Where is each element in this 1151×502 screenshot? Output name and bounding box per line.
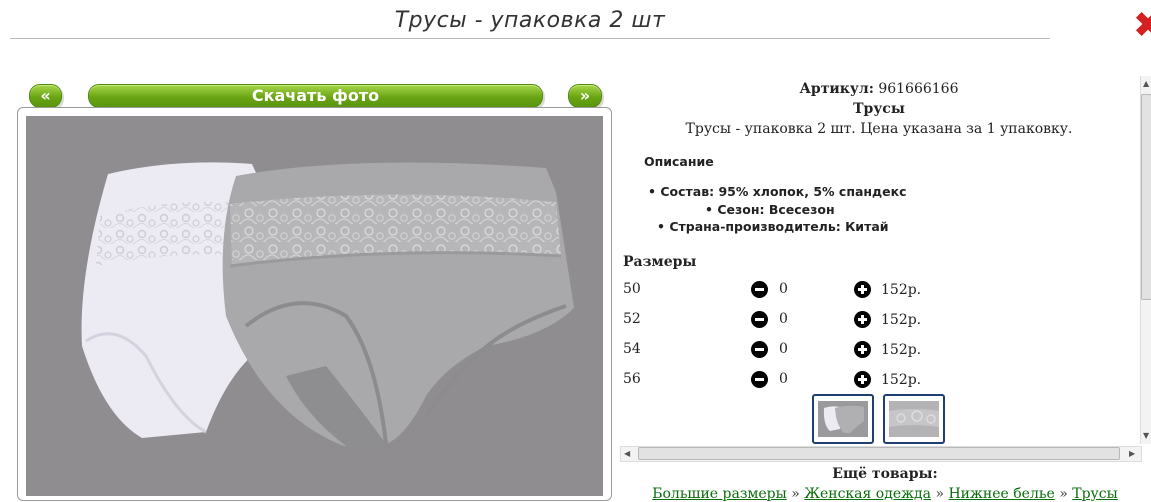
quantity-value: 0 <box>779 371 788 387</box>
product-summary: Трусы - упаковка 2 шт. Цена указана за 1… <box>685 121 1073 137</box>
spec-value: Всесезон <box>768 202 835 217</box>
price-value: 152р. <box>881 342 922 358</box>
scroll-right-icon[interactable]: ▶ <box>1129 449 1135 458</box>
minus-circle-icon[interactable] <box>751 311 768 328</box>
prev-photo-button[interactable]: « <box>29 84 62 108</box>
sizes-heading: Размеры <box>623 254 697 270</box>
size-value: 52 <box>623 311 641 327</box>
size-value: 50 <box>623 281 641 297</box>
spec-item: • Состав: 95% хлопок, 5% спандекс <box>648 184 907 199</box>
title-divider <box>10 38 1050 39</box>
photo-thumbnail[interactable] <box>812 394 874 444</box>
next-photo-button[interactable]: » <box>568 84 602 108</box>
vertical-scroll-thumb[interactable] <box>1141 94 1151 300</box>
close-icon[interactable] <box>1133 10 1151 38</box>
price-value: 152р. <box>881 372 922 388</box>
breadcrumb-separator: » <box>935 486 945 502</box>
plus-circle-icon[interactable] <box>854 371 871 388</box>
breadcrumb-link[interactable]: Нижнее белье <box>948 486 1054 502</box>
breadcrumb-link[interactable]: Большие размеры <box>652 486 787 502</box>
gray-briefs <box>222 162 574 447</box>
minus-circle-icon[interactable] <box>751 281 768 298</box>
quantity-value: 0 <box>779 281 788 297</box>
breadcrumb-separator: » <box>791 486 800 502</box>
product-photo <box>26 116 603 496</box>
spec-label: Сезон: <box>717 202 765 217</box>
spec-label: Состав: <box>660 184 715 199</box>
size-value: 54 <box>623 341 641 357</box>
page-title: Трусы - упаковка 2 шт <box>394 8 666 33</box>
plus-circle-icon[interactable] <box>854 311 871 328</box>
quantity-value: 0 <box>779 311 788 327</box>
description-heading: Описание <box>644 154 714 169</box>
breadcrumb: Большие размеры » Женская одежда » Нижне… <box>620 486 1150 502</box>
product-info-panel: Артикул: 961666166 Трусы Трусы - упаковк… <box>618 76 1140 446</box>
breadcrumb-separator: » <box>1059 486 1068 502</box>
price-value: 152р. <box>881 312 922 328</box>
article-label: Артикул: <box>799 81 874 97</box>
scroll-down-icon[interactable]: ▼ <box>1143 431 1149 440</box>
spec-value: 95% хлопок, 5% спандекс <box>718 184 907 199</box>
breadcrumb-link[interactable]: Трусы <box>1072 486 1118 502</box>
size-value: 56 <box>623 371 641 387</box>
spec-item: • Сезон: Всесезон <box>705 202 835 217</box>
minus-circle-icon[interactable] <box>751 371 768 388</box>
spec-value: Китай <box>845 219 889 234</box>
article-line: Артикул: 961666166 <box>618 81 1140 97</box>
minus-circle-icon[interactable] <box>751 341 768 358</box>
plus-circle-icon[interactable] <box>854 341 871 358</box>
breadcrumb-link[interactable]: Женская одежда <box>804 486 931 502</box>
article-value: 961666166 <box>878 81 959 97</box>
more-products-label: Ещё товары: <box>832 466 938 482</box>
quantity-value: 0 <box>779 341 788 357</box>
price-value: 152р. <box>881 282 922 298</box>
scroll-up-icon[interactable]: ▲ <box>1143 79 1149 88</box>
plus-circle-icon[interactable] <box>854 281 871 298</box>
horizontal-scroll-thumb[interactable] <box>638 447 1120 460</box>
product-name: Трусы <box>853 101 905 117</box>
spec-item: • Страна-производитель: Китай <box>657 219 889 234</box>
photo-thumbnail[interactable] <box>883 394 945 444</box>
scroll-left-icon[interactable]: ◀ <box>624 449 630 458</box>
spec-label: Страна-производитель: <box>669 219 841 234</box>
download-photo-button[interactable]: Скачать фото <box>88 84 543 108</box>
